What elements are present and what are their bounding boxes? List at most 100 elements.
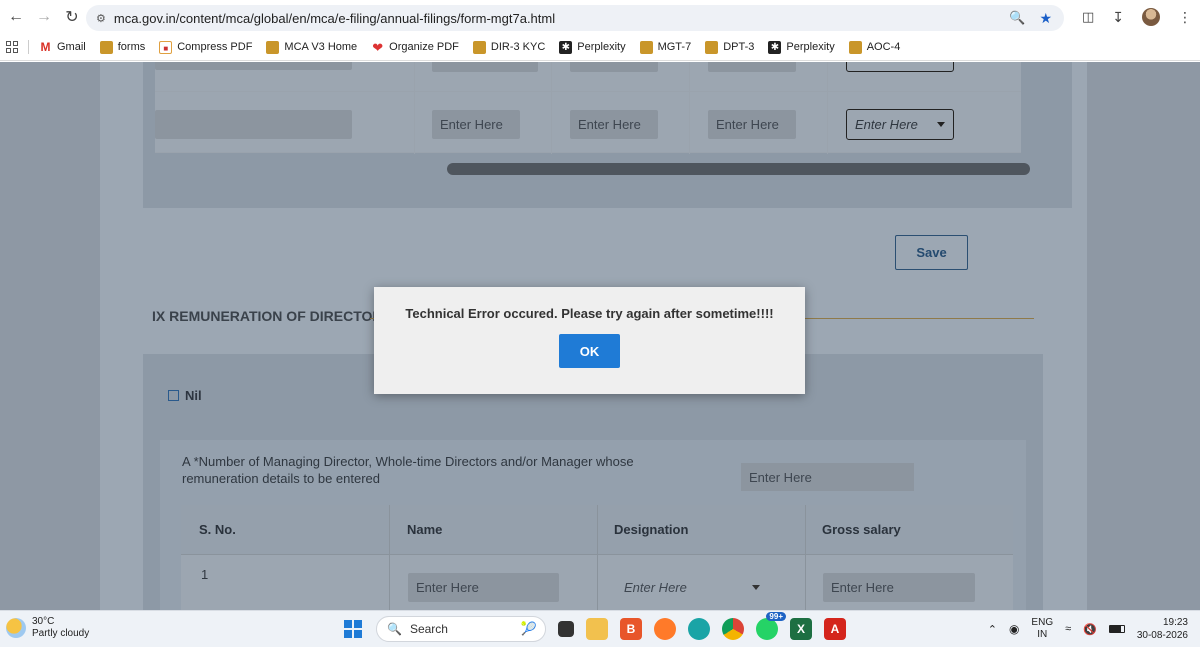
nil-checkbox-group[interactable]: Nil [168,388,202,403]
taskbar-apps: 🔍 Search 🎾 B 99+ X A [342,612,846,642]
address-bar[interactable]: ⚙ mca.gov.in/content/mca/global/en/mca/e… [86,5,1064,31]
bookmark-mca-v3-home[interactable]: MCA V3 Home [266,40,357,54]
column-divider [689,62,690,154]
previous-section-box: Enter Here Enter Here Enter Here Enter H… [143,62,1072,208]
emblem-icon [472,40,486,54]
horizontal-scrollbar[interactable] [447,163,1030,175]
save-button[interactable]: Save [895,235,968,270]
weather-widget[interactable]: 30°C Partly cloudy [6,616,89,640]
perplexity-icon: ✱ [768,40,782,54]
emblem-icon [266,40,280,54]
task-view-icon[interactable] [558,621,574,637]
time: 19:23 [1162,617,1188,628]
table-row: Enter Here Enter Here Enter Here Enter H… [155,62,1021,92]
weather-icon [6,618,26,638]
clock[interactable]: 19:23 30-08-2026 [1137,616,1188,642]
acrobat-icon[interactable]: A [824,618,846,640]
bookmark-perplexity[interactable]: ✱ Perplexity [559,40,626,54]
text-field[interactable]: Enter Here [570,62,658,72]
menu-icon[interactable]: ⋮ [1178,9,1192,26]
bookmark-star-icon[interactable]: ★ [1039,10,1052,27]
weather-condition: Partly cloudy [32,628,90,639]
wifi-icon[interactable]: ≈ [1065,623,1071,635]
header-sno: S. No. [199,522,236,537]
select-field[interactable]: Enter Here [846,109,954,140]
zoom-icon[interactable]: 🔍 [1009,10,1025,27]
windows-start-icon[interactable] [342,618,364,640]
brave-icon[interactable]: B [620,618,642,640]
chevron-down-icon [752,585,760,590]
firefox-icon[interactable] [654,618,676,640]
header-name: Name [407,522,443,537]
bookmark-mgt7[interactable]: MGT-7 [639,40,691,54]
profile-avatar[interactable] [1142,8,1160,26]
temperature: 30°C [32,616,55,627]
whatsapp-icon[interactable]: 99+ [756,612,786,640]
gmail-icon: M [39,39,52,54]
url-text: mca.gov.in/content/mca/global/en/mca/e-f… [113,10,556,26]
browser-toolbar: ← → ↻ ⚙ mca.gov.in/content/mca/global/en… [0,0,1200,34]
language-indicator[interactable]: ENG IN [1031,617,1053,641]
heart-icon: ❤ [372,39,384,55]
excel-icon[interactable]: X [790,618,812,640]
apps-grid-icon[interactable] [6,41,18,53]
text-field[interactable]: Enter Here [570,110,658,139]
text-field[interactable]: Enter Here [708,62,796,72]
system-tray: ⌃ ◉ ENG IN ≈ 🔇 19:23 30-08-2026 [988,616,1188,642]
bookmark-dir3-kyc[interactable]: DIR-3 KYC [472,40,545,54]
bookmark-organize-pdf[interactable]: ❤ Organize PDF [371,41,459,54]
question-text: A *Number of Managing Director, Whole-ti… [182,454,634,486]
download-icon[interactable]: ↧ [1112,9,1124,26]
text-field[interactable]: Enter Here [708,110,796,139]
row-number: 1 [201,567,209,582]
column-divider [827,62,828,154]
bookmarks-separator [28,40,29,54]
date: 30-08-2026 [1136,630,1188,641]
name-input[interactable]: Enter Here [408,573,559,602]
gross-salary-input[interactable]: Enter Here [823,573,975,602]
emblem-icon [848,40,862,54]
bookmark-gmail[interactable]: M Gmail [39,39,86,54]
text-field[interactable]: Enter Here [432,62,538,72]
emblem-icon [99,40,113,54]
site-info-icon[interactable]: ⚙ [96,12,106,25]
bookmark-forms[interactable]: forms [99,40,145,54]
header-gross-salary: Gross salary [822,522,901,537]
table-row: Enter Here Enter Here Enter Here Enter H… [155,92,1021,153]
bookmark-aoc4[interactable]: AOC-4 [848,40,900,54]
tray-app-icon[interactable]: ◉ [1009,622,1019,636]
emblem-icon [639,40,653,54]
select-field[interactable]: Enter Here [846,62,954,72]
reload-icon[interactable]: ↻ [58,3,86,31]
bookmark-dpt3[interactable]: DPT-3 [705,40,754,54]
edge-icon[interactable] [688,618,710,640]
taskbar-search[interactable]: 🔍 Search 🎾 [376,616,546,642]
chrome-icon[interactable] [722,618,744,640]
text-field[interactable] [155,110,352,139]
forward-icon[interactable]: → [30,3,58,31]
text-field[interactable] [155,62,352,70]
column-divider [414,62,415,154]
column-divider [389,505,390,610]
nil-label: Nil [185,388,202,403]
back-icon[interactable]: ← [2,3,30,31]
search-icon: 🔍 [387,622,402,636]
bookmark-perplexity-2[interactable]: ✱ Perplexity [768,40,835,54]
header-designation: Designation [614,522,689,537]
bookmark-compress-pdf[interactable]: ■ Compress PDF [159,40,252,54]
volume-muted-icon[interactable]: 🔇 [1083,623,1097,636]
designation-select[interactable]: Enter Here [616,573,766,602]
director-count-input[interactable]: Enter Here [741,463,914,491]
text-field[interactable]: Enter Here [432,110,520,139]
file-explorer-icon[interactable] [586,618,608,640]
ok-button[interactable]: OK [559,334,620,368]
previous-table: Enter Here Enter Here Enter Here Enter H… [155,62,1021,154]
section-title: IX REMUNERATION OF DIRECTOR [152,308,383,324]
nil-checkbox[interactable] [168,390,179,401]
extensions-icon[interactable]: ◫ [1082,9,1094,25]
battery-icon[interactable] [1108,625,1125,633]
emblem-icon [705,40,719,54]
tray-chevron-up-icon[interactable]: ⌃ [988,623,997,636]
notification-badge: 99+ [766,612,786,621]
error-message: Technical Error occured. Please try agai… [405,306,774,321]
